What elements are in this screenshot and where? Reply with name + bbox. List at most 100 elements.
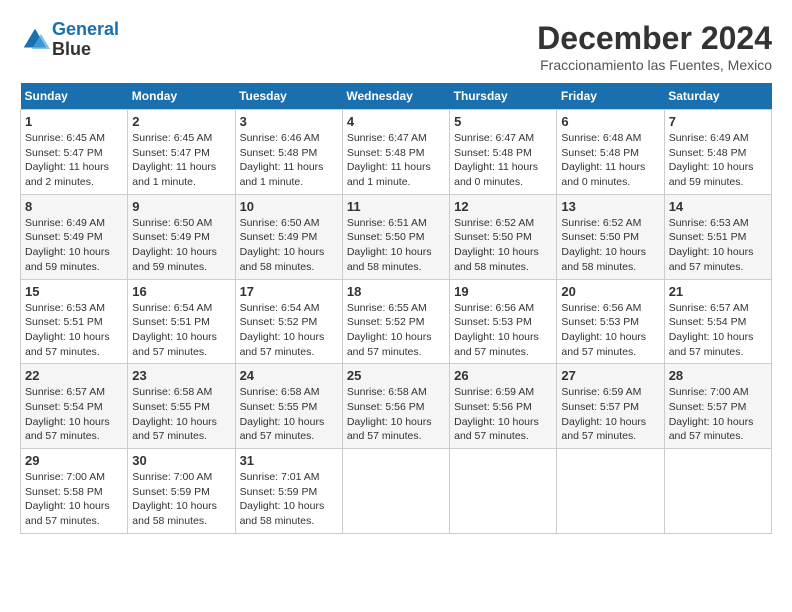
day-info: Sunrise: 6:45 AM Sunset: 5:47 PM Dayligh… [132,131,230,190]
calendar-cell: 21 Sunrise: 6:57 AM Sunset: 5:54 PM Dayl… [664,279,771,364]
calendar-cell: 27 Sunrise: 6:59 AM Sunset: 5:57 PM Dayl… [557,364,664,449]
page-header: General Blue December 2024 Fraccionamien… [20,20,772,73]
day-number: 11 [347,199,445,214]
day-number: 13 [561,199,659,214]
day-number: 20 [561,284,659,299]
calendar-cell: 26 Sunrise: 6:59 AM Sunset: 5:56 PM Dayl… [450,364,557,449]
calendar-cell: 14 Sunrise: 6:53 AM Sunset: 5:51 PM Dayl… [664,194,771,279]
day-number: 27 [561,368,659,383]
calendar-week-2: 8 Sunrise: 6:49 AM Sunset: 5:49 PM Dayli… [21,194,772,279]
day-number: 3 [240,114,338,129]
day-info: Sunrise: 6:50 AM Sunset: 5:49 PM Dayligh… [132,216,230,275]
logo-text: General Blue [52,20,119,60]
day-number: 2 [132,114,230,129]
calendar-cell: 23 Sunrise: 6:58 AM Sunset: 5:55 PM Dayl… [128,364,235,449]
day-number: 28 [669,368,767,383]
header-cell-friday: Friday [557,83,664,110]
day-info: Sunrise: 6:47 AM Sunset: 5:48 PM Dayligh… [454,131,552,190]
day-number: 22 [25,368,123,383]
calendar-cell: 7 Sunrise: 6:49 AM Sunset: 5:48 PM Dayli… [664,110,771,195]
calendar-cell: 29 Sunrise: 7:00 AM Sunset: 5:58 PM Dayl… [21,449,128,534]
calendar-cell [450,449,557,534]
calendar-cell: 9 Sunrise: 6:50 AM Sunset: 5:49 PM Dayli… [128,194,235,279]
day-info: Sunrise: 7:00 AM Sunset: 5:57 PM Dayligh… [669,385,767,444]
header-cell-saturday: Saturday [664,83,771,110]
day-number: 6 [561,114,659,129]
calendar-cell: 31 Sunrise: 7:01 AM Sunset: 5:59 PM Dayl… [235,449,342,534]
day-info: Sunrise: 6:48 AM Sunset: 5:48 PM Dayligh… [561,131,659,190]
day-info: Sunrise: 6:56 AM Sunset: 5:53 PM Dayligh… [561,301,659,360]
calendar-week-1: 1 Sunrise: 6:45 AM Sunset: 5:47 PM Dayli… [21,110,772,195]
day-info: Sunrise: 6:59 AM Sunset: 5:56 PM Dayligh… [454,385,552,444]
calendar-cell: 6 Sunrise: 6:48 AM Sunset: 5:48 PM Dayli… [557,110,664,195]
calendar-week-3: 15 Sunrise: 6:53 AM Sunset: 5:51 PM Dayl… [21,279,772,364]
calendar-cell: 25 Sunrise: 6:58 AM Sunset: 5:56 PM Dayl… [342,364,449,449]
day-info: Sunrise: 7:01 AM Sunset: 5:59 PM Dayligh… [240,470,338,529]
day-number: 12 [454,199,552,214]
calendar-cell [557,449,664,534]
day-number: 31 [240,453,338,468]
day-info: Sunrise: 6:58 AM Sunset: 5:55 PM Dayligh… [132,385,230,444]
day-number: 5 [454,114,552,129]
day-number: 23 [132,368,230,383]
calendar-cell: 30 Sunrise: 7:00 AM Sunset: 5:59 PM Dayl… [128,449,235,534]
day-info: Sunrise: 6:54 AM Sunset: 5:51 PM Dayligh… [132,301,230,360]
day-info: Sunrise: 6:51 AM Sunset: 5:50 PM Dayligh… [347,216,445,275]
month-title: December 2024 [537,20,772,57]
calendar-cell: 17 Sunrise: 6:54 AM Sunset: 5:52 PM Dayl… [235,279,342,364]
day-info: Sunrise: 6:58 AM Sunset: 5:56 PM Dayligh… [347,385,445,444]
day-info: Sunrise: 7:00 AM Sunset: 5:58 PM Dayligh… [25,470,123,529]
calendar-cell: 24 Sunrise: 6:58 AM Sunset: 5:55 PM Dayl… [235,364,342,449]
day-info: Sunrise: 6:59 AM Sunset: 5:57 PM Dayligh… [561,385,659,444]
day-number: 8 [25,199,123,214]
day-info: Sunrise: 6:54 AM Sunset: 5:52 PM Dayligh… [240,301,338,360]
calendar-cell [342,449,449,534]
calendar-cell: 18 Sunrise: 6:55 AM Sunset: 5:52 PM Dayl… [342,279,449,364]
day-number: 7 [669,114,767,129]
header-cell-monday: Monday [128,83,235,110]
calendar-cell: 10 Sunrise: 6:50 AM Sunset: 5:49 PM Dayl… [235,194,342,279]
day-info: Sunrise: 6:58 AM Sunset: 5:55 PM Dayligh… [240,385,338,444]
header-cell-thursday: Thursday [450,83,557,110]
day-info: Sunrise: 6:46 AM Sunset: 5:48 PM Dayligh… [240,131,338,190]
day-info: Sunrise: 6:55 AM Sunset: 5:52 PM Dayligh… [347,301,445,360]
day-info: Sunrise: 6:57 AM Sunset: 5:54 PM Dayligh… [669,301,767,360]
day-number: 17 [240,284,338,299]
day-info: Sunrise: 6:53 AM Sunset: 5:51 PM Dayligh… [25,301,123,360]
calendar-cell: 12 Sunrise: 6:52 AM Sunset: 5:50 PM Dayl… [450,194,557,279]
day-info: Sunrise: 6:57 AM Sunset: 5:54 PM Dayligh… [25,385,123,444]
calendar-cell: 16 Sunrise: 6:54 AM Sunset: 5:51 PM Dayl… [128,279,235,364]
calendar-week-5: 29 Sunrise: 7:00 AM Sunset: 5:58 PM Dayl… [21,449,772,534]
calendar-cell: 20 Sunrise: 6:56 AM Sunset: 5:53 PM Dayl… [557,279,664,364]
calendar-week-4: 22 Sunrise: 6:57 AM Sunset: 5:54 PM Dayl… [21,364,772,449]
day-number: 19 [454,284,552,299]
day-number: 29 [25,453,123,468]
day-number: 30 [132,453,230,468]
title-block: December 2024 Fraccionamiento las Fuente… [537,20,772,73]
header-cell-wednesday: Wednesday [342,83,449,110]
calendar-cell: 3 Sunrise: 6:46 AM Sunset: 5:48 PM Dayli… [235,110,342,195]
calendar-cell [664,449,771,534]
day-info: Sunrise: 6:52 AM Sunset: 5:50 PM Dayligh… [561,216,659,275]
day-number: 24 [240,368,338,383]
calendar-cell: 19 Sunrise: 6:56 AM Sunset: 5:53 PM Dayl… [450,279,557,364]
day-number: 4 [347,114,445,129]
day-number: 10 [240,199,338,214]
header-cell-tuesday: Tuesday [235,83,342,110]
day-number: 1 [25,114,123,129]
calendar-cell: 13 Sunrise: 6:52 AM Sunset: 5:50 PM Dayl… [557,194,664,279]
calendar-cell: 1 Sunrise: 6:45 AM Sunset: 5:47 PM Dayli… [21,110,128,195]
calendar-cell: 28 Sunrise: 7:00 AM Sunset: 5:57 PM Dayl… [664,364,771,449]
location: Fraccionamiento las Fuentes, Mexico [537,57,772,73]
day-number: 26 [454,368,552,383]
day-info: Sunrise: 6:56 AM Sunset: 5:53 PM Dayligh… [454,301,552,360]
day-info: Sunrise: 6:52 AM Sunset: 5:50 PM Dayligh… [454,216,552,275]
calendar-cell: 4 Sunrise: 6:47 AM Sunset: 5:48 PM Dayli… [342,110,449,195]
calendar-cell: 22 Sunrise: 6:57 AM Sunset: 5:54 PM Dayl… [21,364,128,449]
day-info: Sunrise: 6:49 AM Sunset: 5:49 PM Dayligh… [25,216,123,275]
calendar-cell: 11 Sunrise: 6:51 AM Sunset: 5:50 PM Dayl… [342,194,449,279]
day-number: 16 [132,284,230,299]
calendar-table: SundayMondayTuesdayWednesdayThursdayFrid… [20,83,772,534]
day-number: 25 [347,368,445,383]
day-number: 15 [25,284,123,299]
